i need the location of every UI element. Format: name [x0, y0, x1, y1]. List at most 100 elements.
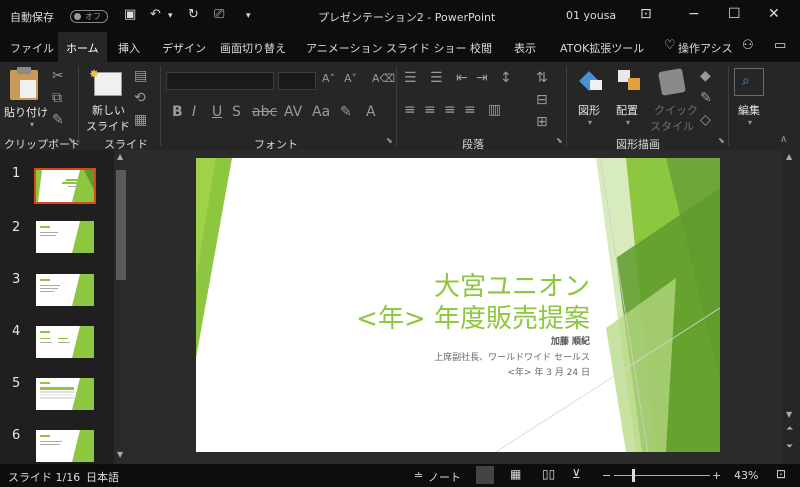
tab-animations[interactable]: アニメーション [306, 40, 383, 56]
ribbon-display-icon[interactable]: ⊡ [640, 6, 652, 22]
thumbnail-scrollbar[interactable]: ▲ ▼ [114, 150, 128, 464]
arrange-button[interactable]: 配置 [616, 102, 638, 118]
numbering-icon[interactable]: ☰ [430, 70, 443, 86]
arrange-dropdown-icon[interactable]: ▾ [626, 118, 630, 127]
zoom-level[interactable]: 43% [734, 469, 758, 482]
current-slide[interactable]: 大宮ユニオン <年> 年度販売提案 加藤 順紀 上席副社長、ワールドワイド セー… [196, 158, 720, 452]
section-icon[interactable]: ▦ [134, 112, 147, 128]
zoom-in-icon[interactable]: + [712, 469, 721, 482]
collapse-ribbon-icon[interactable]: ∧ [780, 134, 787, 145]
align-text-icon[interactable]: ⊟ [536, 92, 548, 108]
tab-view[interactable]: 表示 [514, 40, 536, 56]
increase-indent-icon[interactable]: ⇥ [476, 70, 488, 86]
paste-dropdown-icon[interactable]: ▾ [30, 120, 34, 129]
slide-date[interactable]: <年> 年 3 月 24 日 [507, 365, 590, 378]
new-slide-dropdown-icon[interactable]: ▾ [122, 120, 126, 129]
new-slide-label1[interactable]: 新しい [92, 102, 125, 118]
slide-title-line2[interactable]: <年> 年度販売提案 [356, 298, 590, 335]
notes-button[interactable]: ノート [428, 469, 461, 485]
align-center-icon[interactable]: ≡ [424, 102, 436, 118]
undo-icon[interactable]: ↶ [150, 7, 161, 22]
shape-fill-icon[interactable]: ◆ [700, 68, 711, 84]
font-launcher-icon[interactable]: ⬊ [386, 136, 393, 145]
reset-icon[interactable]: ⟲ [134, 90, 146, 106]
shapes-dropdown-icon[interactable]: ▾ [588, 118, 592, 127]
shadow-icon[interactable]: S [232, 104, 241, 120]
quick-styles-label1[interactable]: クイック [654, 102, 698, 118]
comments-icon[interactable]: ▭ [774, 38, 786, 53]
justify-icon[interactable]: ≡ [464, 102, 476, 118]
reading-view-icon[interactable]: ▯▯ [542, 467, 555, 481]
shapes-icon[interactable] [579, 70, 604, 92]
columns-icon[interactable]: ▥ [488, 102, 501, 118]
tab-transitions[interactable]: 画面切り替え [220, 40, 286, 56]
font-color-icon[interactable]: A [366, 104, 376, 120]
slideshow-icon[interactable]: ⊻ [572, 467, 581, 481]
maximize-icon[interactable]: ☐ [728, 6, 741, 22]
slide-thumbnail-3[interactable] [36, 274, 94, 306]
strike-icon[interactable]: abc [252, 104, 277, 120]
notes-icon[interactable]: ≐ [414, 469, 423, 482]
new-slide-icon[interactable]: ✸ [89, 67, 122, 96]
slide-thumbnail-5[interactable] [36, 378, 94, 410]
font-size-box[interactable] [278, 72, 316, 90]
quick-styles-label2[interactable]: スタイル [650, 118, 694, 134]
tab-home[interactable]: ホーム [58, 32, 107, 62]
editor-scrollbar[interactable]: ▲ ▼ ⏶ ⏷ [782, 150, 800, 464]
text-direction-icon[interactable]: ⇅ [536, 70, 548, 86]
quick-styles-icon[interactable] [658, 68, 686, 96]
tab-atok[interactable]: ATOK拡張ツール [560, 40, 644, 56]
drawing-launcher-icon[interactable]: ⬊ [718, 136, 725, 145]
highlight-icon[interactable]: ✎ [340, 104, 352, 120]
slide-thumbnail-6[interactable] [36, 430, 94, 462]
format-painter-icon[interactable]: ✎ [52, 112, 64, 128]
editing-button[interactable]: 編集 [738, 102, 760, 118]
scroll-up-icon[interactable]: ▲ [117, 152, 123, 161]
grow-font-icon[interactable]: A˄ [322, 72, 335, 85]
align-left-icon[interactable]: ≡ [404, 102, 416, 118]
paragraph-launcher-icon[interactable]: ⬊ [556, 136, 563, 145]
layout-icon[interactable]: ▤ [134, 68, 147, 84]
previous-slide-icon[interactable]: ⏶ [786, 424, 793, 434]
tab-file[interactable]: ファイル [10, 40, 54, 56]
paste-icon[interactable] [10, 67, 38, 100]
case-icon[interactable]: Aa [312, 104, 330, 120]
redo-icon[interactable]: ↻ [188, 7, 199, 22]
slide-thumbnail-2[interactable] [36, 221, 94, 253]
save-icon[interactable]: ▣ [124, 7, 136, 22]
autosave-toggle[interactable]: オフ [70, 10, 108, 23]
copy-icon[interactable]: ⧉ [52, 90, 62, 106]
shapes-button[interactable]: 図形 [578, 102, 600, 118]
scroll-thumb[interactable] [116, 170, 126, 280]
zoom-out-icon[interactable]: − [602, 469, 611, 482]
slide-sorter-icon[interactable]: ▦ [510, 467, 521, 481]
editor-scroll-down-icon[interactable]: ▼ [786, 410, 792, 419]
arrange-icon[interactable] [618, 70, 644, 94]
spacing-icon[interactable]: AV [284, 104, 302, 120]
line-spacing-icon[interactable]: ↕ [500, 70, 512, 86]
editing-dropdown-icon[interactable]: ▾ [748, 118, 752, 127]
zoom-slider-thumb[interactable] [632, 469, 635, 482]
bold-icon[interactable]: B [172, 104, 183, 120]
minimize-icon[interactable]: − [688, 6, 700, 22]
font-name-box[interactable] [166, 72, 274, 90]
fit-slide-icon[interactable]: ⊡ [776, 467, 786, 481]
cut-icon[interactable]: ✂ [52, 68, 64, 84]
undo-dropdown-icon[interactable]: ▾ [168, 11, 173, 21]
scroll-down-icon[interactable]: ▼ [117, 450, 123, 459]
user-name[interactable]: 01 yousa [566, 9, 616, 22]
italic-icon[interactable]: I [192, 104, 196, 120]
close-icon[interactable]: ✕ [768, 6, 780, 22]
tab-design[interactable]: デザイン [162, 40, 206, 56]
tab-review[interactable]: 校閲 [470, 40, 492, 56]
clipboard-launcher-icon[interactable]: ⬊ [68, 136, 75, 145]
slide-thumbnail-1[interactable] [34, 168, 96, 204]
smartart-icon[interactable]: ⊞ [536, 114, 548, 130]
align-right-icon[interactable]: ≡ [444, 102, 456, 118]
normal-view-icon[interactable] [476, 466, 494, 484]
editor-scroll-up-icon[interactable]: ▲ [786, 152, 792, 161]
slide-position[interactable]: 上席副社長、ワールドワイド セールス [434, 350, 590, 363]
shape-outline-icon[interactable]: ✎ [700, 90, 712, 106]
tell-me-search[interactable]: 操作アシス [678, 40, 733, 56]
tab-slideshow[interactable]: スライド ショー [386, 40, 467, 56]
